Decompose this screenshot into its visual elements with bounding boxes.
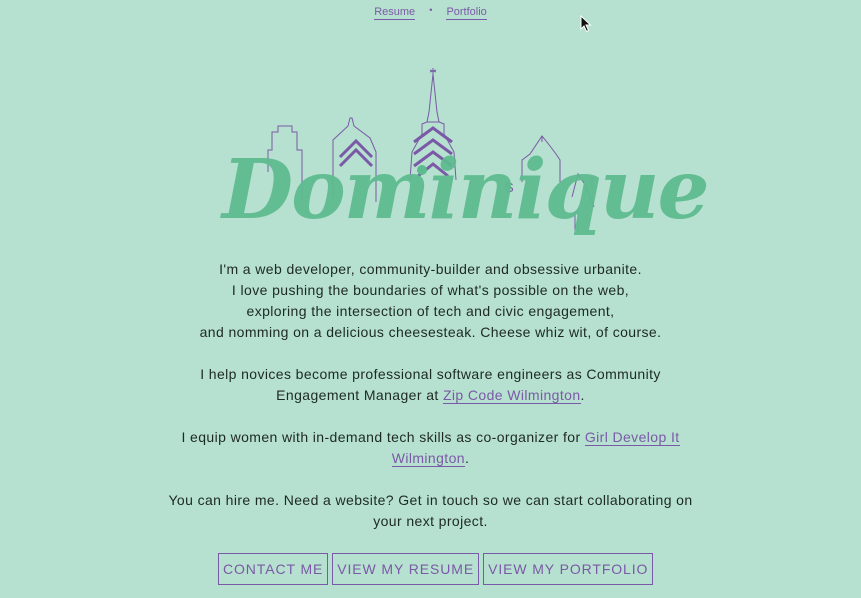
bio-zipcode-text: I help novices become professional softw…	[200, 366, 661, 403]
contact-me-button[interactable]: CONTACT ME	[218, 553, 329, 585]
bio-intro-line-4: and nomming on a delicious cheesesteak. …	[199, 324, 662, 340]
cta-buttons: CONTACT ME VIEW MY RESUME VIEW MY PORTFO…	[218, 553, 654, 585]
bio-hire: You can hire me. Need a website? Get in …	[168, 492, 693, 529]
bio-intro: I'm a web developer, community-builder a…	[160, 259, 701, 343]
bio-gdi-text: I equip women with in-demand tech skills…	[181, 429, 585, 445]
bio: I'm a web developer, community-builder a…	[160, 259, 701, 553]
bio-intro-line-3: exploring the intersection of tech and c…	[246, 303, 615, 319]
mouse-pointer-icon	[580, 15, 592, 33]
bio-intro-line-2: I love pushing the boundaries of what's …	[231, 282, 630, 298]
bio-zipcode: I help novices become professional softw…	[160, 364, 701, 406]
hero: S Dominique	[200, 62, 710, 247]
nav-resume-link[interactable]: Resume	[374, 6, 416, 20]
bio-intro-line-1: I'm a web developer, community-builder a…	[219, 261, 642, 277]
nav-separator: •	[429, 5, 433, 15]
top-nav: Resume • Portfolio	[0, 5, 861, 20]
bio-gdi-period: .	[464, 450, 470, 466]
nav-portfolio-link[interactable]: Portfolio	[446, 6, 487, 20]
bio-zipcode-period: .	[580, 387, 585, 403]
hero-name: Dominique	[222, 142, 710, 238]
zip-code-wilmington-link[interactable]: Zip Code Wilmington	[442, 387, 581, 404]
view-portfolio-button[interactable]: VIEW MY PORTFOLIO	[483, 553, 654, 585]
bio-gdi: I equip women with in-demand tech skills…	[160, 427, 701, 469]
view-resume-button[interactable]: VIEW MY RESUME	[332, 553, 480, 585]
